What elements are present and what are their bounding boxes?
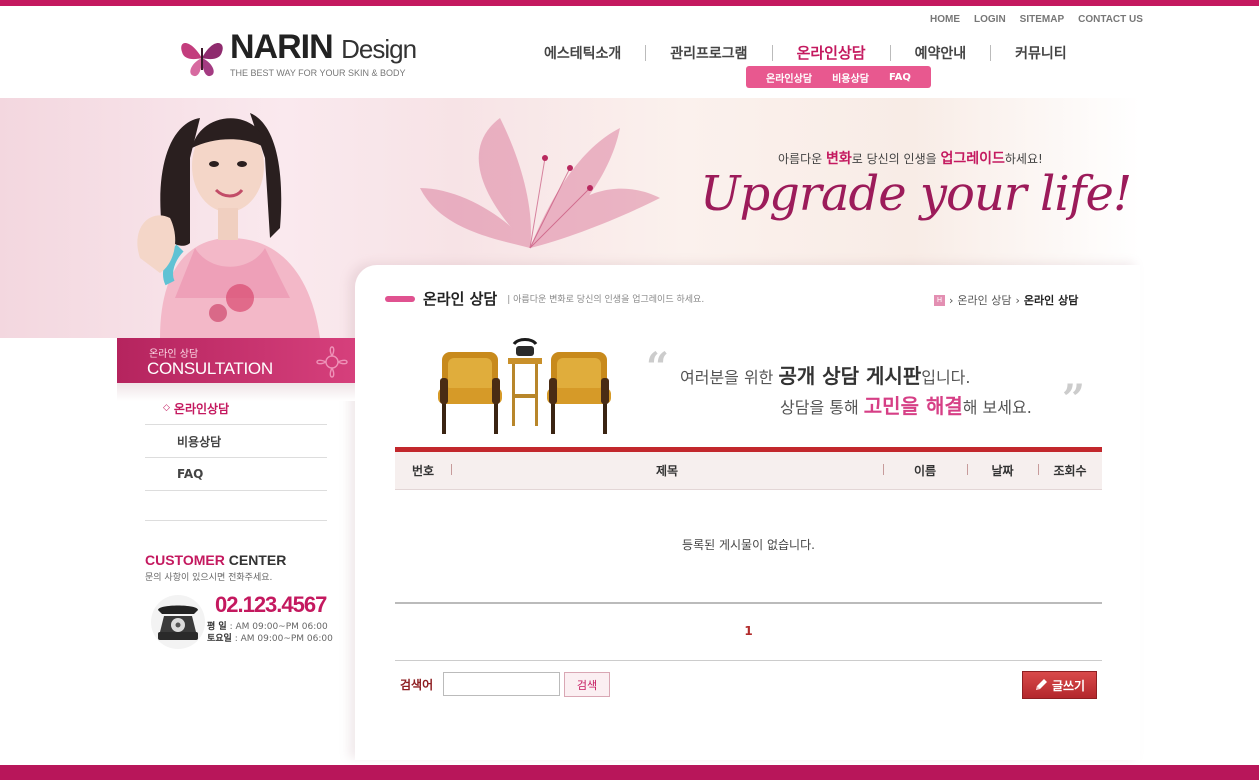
page-subtitle: | 아름다운 변화로 당신의 인생을 업그레이드 하세요. <box>507 295 705 305</box>
butterfly-icon <box>181 42 223 77</box>
search-input[interactable] <box>443 672 560 696</box>
side-menu: ◇ 온라인상담 비용상담 FAQ <box>145 392 327 491</box>
board-bottom-border <box>395 602 1102 604</box>
subnav-cost-consult[interactable]: 비용상담 <box>832 70 869 85</box>
nav-aesthetic-intro[interactable]: 에스테틱소개 <box>520 43 645 63</box>
board-empty-message: 등록된 게시물이 없습니다. <box>682 538 815 552</box>
flower-decoration-icon <box>316 346 348 378</box>
side-item-faq[interactable]: FAQ <box>145 458 327 491</box>
side-item-label: 온라인상담 <box>173 401 230 416</box>
main-nav: 에스테틱소개 관리프로그램 온라인상담 예약안내 커뮤니티 <box>520 42 1091 63</box>
logo-brand: NARIN Design <box>230 28 417 66</box>
logo-tagline: THE BEST WAY FOR YOUR SKIN & BODY <box>230 68 406 78</box>
top-accent-bar <box>0 0 1259 6</box>
utility-nav: HOME LOGIN SITEMAP CONTACT US <box>930 14 1143 25</box>
nav-community[interactable]: 커뮤니티 <box>991 43 1091 63</box>
side-item-cost-consult[interactable]: 비용상담 <box>145 425 327 458</box>
breadcrumb: H › 온라인 상담 › 온라인 상담 <box>934 292 1078 308</box>
side-header-small: 온라인 상담 <box>149 349 199 360</box>
customer-center-desc: 문의 사항이 있으시면 전화주세요. <box>145 573 273 583</box>
search-button[interactable]: 검색 <box>564 672 610 697</box>
diamond-bullet-icon: ◇ <box>163 403 170 413</box>
search-label: 검색어 <box>400 678 434 692</box>
hero-headline: Upgrade your life! <box>700 166 1132 222</box>
page-link-current[interactable]: 1 <box>744 624 752 638</box>
sub-nav: 온라인상담 비용상담 FAQ <box>746 66 931 88</box>
model-woman-image <box>137 113 320 338</box>
util-contact-link[interactable]: CONTACT US <box>1078 14 1143 25</box>
subnav-online-consult[interactable]: 온라인상담 <box>766 70 812 85</box>
site-logo[interactable]: NARIN Design THE BEST WAY FOR YOUR SKIN … <box>178 28 423 84</box>
intro-line-2: 상담을 통해 고민을 해결해 보세요. <box>780 394 1032 418</box>
write-button[interactable]: 글쓰기 <box>1022 671 1097 699</box>
customer-center: CUSTOMER CENTER 문의 사항이 있으시면 전화주세요. 02.12… <box>145 552 335 649</box>
home-icon[interactable]: H <box>934 294 945 306</box>
breadcrumb-current: 온라인 상담 <box>1023 294 1079 307</box>
side-item-label: FAQ <box>177 467 204 481</box>
bottom-accent-bar <box>0 765 1259 780</box>
chairs-table-image <box>438 338 611 434</box>
side-divider <box>145 520 327 521</box>
lily-flower-image <box>420 118 660 249</box>
board-header: 번호 제목 이름 날짜 조회수 <box>395 452 1102 490</box>
nav-online-consult[interactable]: 온라인상담 <box>773 42 890 63</box>
subnav-faq[interactable]: FAQ <box>889 72 911 83</box>
util-sitemap-link[interactable]: SITEMAP <box>1020 14 1064 25</box>
side-item-label: 비용상담 <box>177 434 222 449</box>
page-title: 온라인 상담 <box>423 290 498 308</box>
customer-hours: 평 일 : AM 09:00~PM 06:00 토요일 : AM 09:00~P… <box>207 622 333 644</box>
col-title: 제목 <box>451 462 883 479</box>
util-login-link[interactable]: LOGIN <box>974 14 1006 25</box>
customer-phone-number: 02.123.4567 <box>215 592 327 617</box>
nav-care-program[interactable]: 관리프로그램 <box>646 43 771 63</box>
title-accent-bar <box>385 295 415 302</box>
breadcrumb-item[interactable]: 온라인 상담 <box>957 292 1011 308</box>
close-quote-icon: ” <box>1062 376 1086 423</box>
hero-slogan: 아름다운 변화로 당신의 인생을 업그레이드하세요! <box>778 151 1043 167</box>
chevron-right-icon: › <box>1015 293 1020 307</box>
customer-center-title: CUSTOMER CENTER <box>145 552 287 568</box>
write-button-label: 글쓰기 <box>1051 678 1086 693</box>
nav-reservation[interactable]: 예약안내 <box>891 43 991 63</box>
open-quote-icon: “ <box>646 344 670 391</box>
col-name: 이름 <box>883 462 967 479</box>
col-views: 조회수 <box>1038 462 1102 479</box>
side-item-online-consult[interactable]: ◇ 온라인상담 <box>145 392 327 425</box>
page-title-row: 온라인 상담 | 아름다운 변화로 당신의 인생을 업그레이드 하세요. <box>385 288 704 309</box>
chevron-right-icon: › <box>949 293 954 307</box>
pagination: 1 <box>395 624 1102 638</box>
pager-divider <box>395 660 1102 661</box>
telephone-icon <box>151 595 205 649</box>
util-home-link[interactable]: HOME <box>930 14 960 25</box>
col-number: 번호 <box>411 464 435 478</box>
pencil-icon <box>1035 679 1047 690</box>
col-date: 날짜 <box>967 462 1038 479</box>
side-header-title: CONSULTATION <box>147 359 273 378</box>
side-menu-header: 온라인 상담 CONSULTATION <box>117 338 355 383</box>
intro-line-1: 여러분을 위한 공개 상담 게시판입니다. <box>680 364 971 388</box>
